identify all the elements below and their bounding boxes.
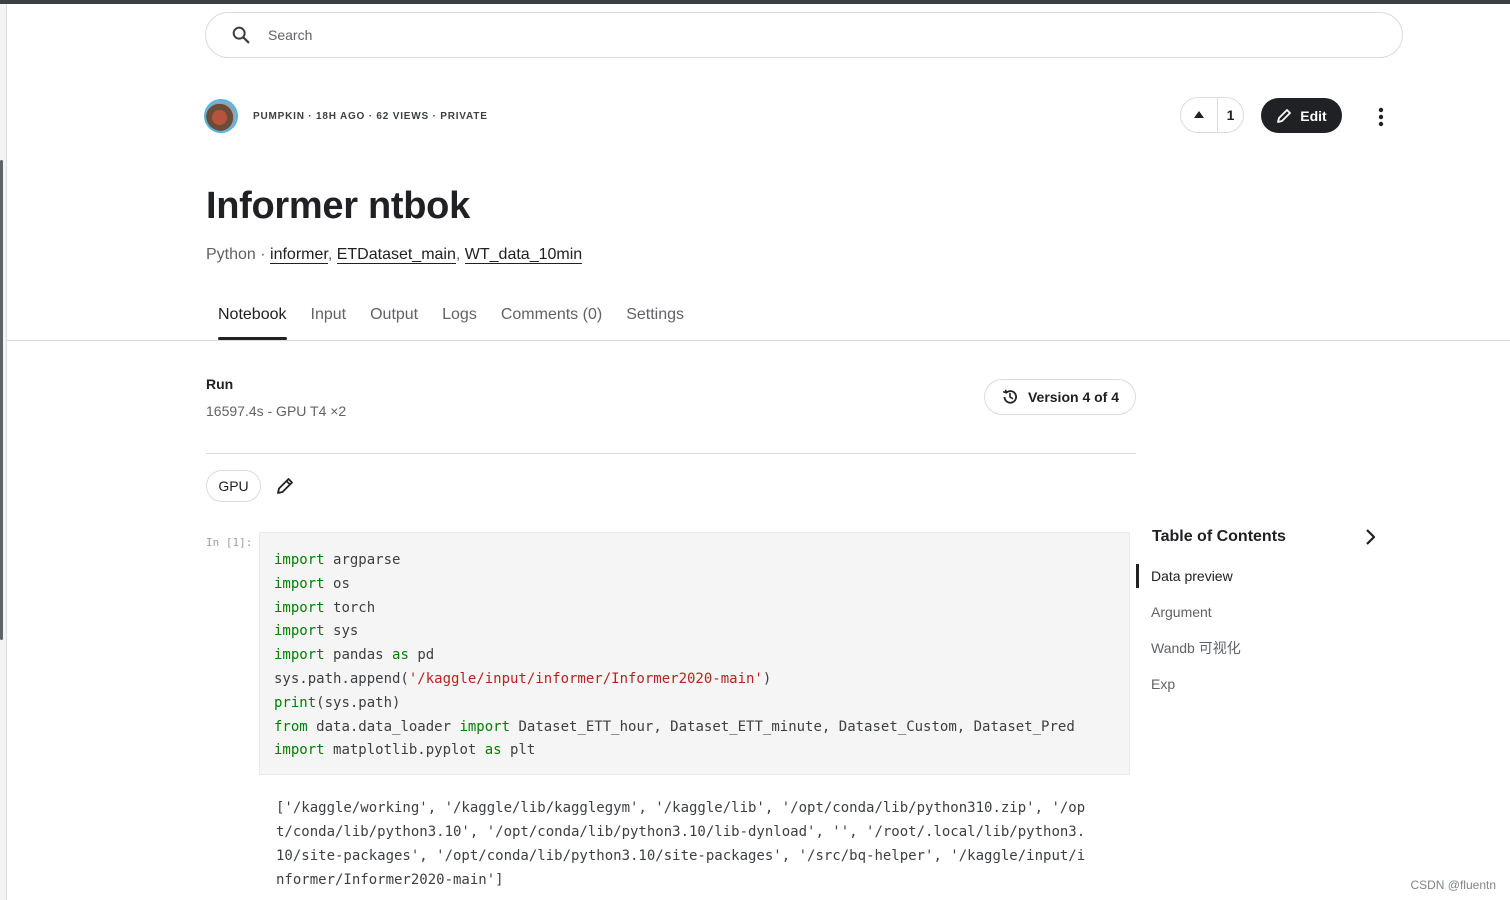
code-line: import matplotlib.pyplot as plt — [274, 739, 1115, 763]
pencil-icon — [1277, 108, 1292, 123]
code-text: (sys.path) — [316, 694, 401, 711]
code-keyword: from — [274, 718, 308, 735]
separator: , — [327, 246, 337, 263]
caret-up-icon — [1194, 111, 1204, 118]
notebook-title: Informer ntbok — [206, 185, 470, 227]
code-keyword: as — [484, 742, 502, 759]
scrollbar[interactable] — [0, 160, 3, 640]
toc-header: Table of Contents — [1136, 525, 1386, 549]
dataset-link[interactable]: ETDataset_main — [336, 246, 456, 264]
code-keyword: import — [459, 718, 511, 735]
code-keyword: import — [274, 742, 325, 759]
code-keyword: print — [274, 694, 317, 711]
code-line: import torch — [274, 597, 1115, 621]
dataset-link[interactable]: WT_data_10min — [464, 246, 583, 264]
pencil-icon — [277, 478, 293, 494]
code-text: data.data_loader — [316, 718, 452, 735]
cell-output: ['/kaggle/working', '/kaggle/lib/kaggleg… — [276, 796, 1088, 892]
edit-label: Edit — [1300, 107, 1327, 124]
meta-text: PUMPKIN · 18H AGO · 62 VIEWS · PRIVATE — [253, 110, 488, 122]
toc-item[interactable]: Data preview — [1136, 564, 1386, 588]
code-line: import sys — [274, 620, 1115, 644]
tab-settings[interactable]: Settings — [614, 302, 696, 340]
watermark: CSDN @fluentn — [1410, 878, 1496, 892]
code-text: os — [333, 575, 350, 592]
code-text: ) — [762, 670, 772, 687]
code-line: sys.path.append('/kaggle/input/informer/… — [274, 668, 1115, 692]
code-text: pd — [417, 647, 435, 664]
run-label: Run — [206, 376, 234, 392]
code-text: torch — [333, 599, 376, 616]
cell-prompt: In [1]: — [206, 536, 253, 549]
code-text: sys.path.append( — [274, 670, 409, 687]
version-button[interactable]: Version 4 of 4 — [984, 379, 1136, 415]
toc-item[interactable]: Exp — [1136, 672, 1386, 696]
search-bar[interactable] — [205, 12, 1403, 58]
upvote-count: 1 — [1226, 107, 1235, 123]
run-info: 16597.4s - GPU T4 ×2 — [206, 403, 347, 419]
code-keyword: import — [274, 552, 325, 568]
tab-comments[interactable]: Comments (0) — [489, 302, 614, 340]
toc-item[interactable]: Wandb 可视化 — [1136, 636, 1386, 660]
code-keyword: import — [274, 575, 325, 592]
code-line: import os — [274, 573, 1115, 597]
code-keyword: import — [274, 599, 325, 616]
code-line: import argparse — [274, 549, 1115, 573]
chevron-right-icon — [1366, 529, 1376, 545]
notebook-subtitle: Python · informer, ETDataset_main, WT_da… — [206, 246, 583, 264]
code-keyword: as — [392, 647, 409, 664]
separator: , — [455, 246, 465, 263]
divider — [6, 340, 1510, 341]
code-line: from data.data_loader import Dataset_ETT… — [274, 716, 1115, 740]
history-icon — [1002, 389, 1017, 404]
code-text: sys — [333, 623, 359, 640]
search-icon — [232, 26, 250, 44]
code-text: Dataset_ETT_hour, Dataset_ETT_minute, Da… — [518, 718, 1075, 735]
code-cell[interactable]: import argparse import os import torch impo… — [259, 532, 1130, 775]
author-meta: PUMPKIN · 18H AGO · 62 VIEWS · PRIVATE — [206, 99, 488, 133]
avatar[interactable] — [206, 101, 236, 131]
accelerator-chip[interactable]: GPU — [206, 470, 261, 502]
top-bar — [0, 0, 1510, 4]
tab-input[interactable]: Input — [299, 302, 359, 340]
more-vert-icon — [1378, 107, 1384, 127]
toc-item[interactable]: Argument — [1136, 600, 1386, 624]
tab-output[interactable]: Output — [358, 302, 430, 340]
tab-logs[interactable]: Logs — [430, 302, 489, 340]
language-label: Python · — [206, 246, 271, 263]
upvote-control: 1 — [1180, 97, 1244, 133]
search-input[interactable] — [266, 26, 1270, 44]
output-line: t/conda/lib/python3.10', '/opt/conda/lib… — [276, 824, 1086, 840]
more-options-button[interactable] — [1368, 104, 1394, 130]
upvote-button[interactable] — [1181, 98, 1218, 132]
code-text: matplotlib.pyplot — [333, 742, 477, 759]
toc-title: Table of Contents — [1152, 528, 1286, 545]
output-line: 10/site-packages', '/opt/conda/lib/pytho… — [276, 848, 1086, 864]
code-keyword: import — [274, 623, 325, 640]
divider — [206, 453, 1136, 454]
version-label: Version 4 of 4 — [1027, 389, 1120, 405]
dataset-link[interactable]: informer — [270, 246, 328, 264]
toc-toggle-button[interactable] — [1358, 525, 1382, 549]
code-line: print(sys.path) — [274, 692, 1115, 716]
edit-button[interactable]: Edit — [1261, 98, 1342, 133]
output-line: nformer/Informer2020-main'] — [276, 872, 504, 888]
code-line: import pandas as pd — [274, 644, 1115, 668]
code-keyword: import — [274, 647, 325, 664]
table-of-contents: Table of Contents Data preview Argument … — [1136, 525, 1386, 708]
code-text: argparse — [333, 552, 401, 568]
code-text: pandas — [333, 647, 384, 664]
tab-bar: Notebook Input Output Logs Comments (0) … — [206, 302, 696, 340]
tab-notebook[interactable]: Notebook — [206, 302, 299, 340]
edit-accelerator-button[interactable] — [273, 474, 297, 498]
toc-list: Data preview Argument Wandb 可视化 Exp — [1136, 564, 1386, 696]
code-string: '/kaggle/input/informer/Informer2020-mai… — [408, 670, 763, 687]
code-text: plt — [510, 742, 536, 759]
output-line: ['/kaggle/working', '/kaggle/lib/kaggleg… — [276, 800, 1086, 816]
